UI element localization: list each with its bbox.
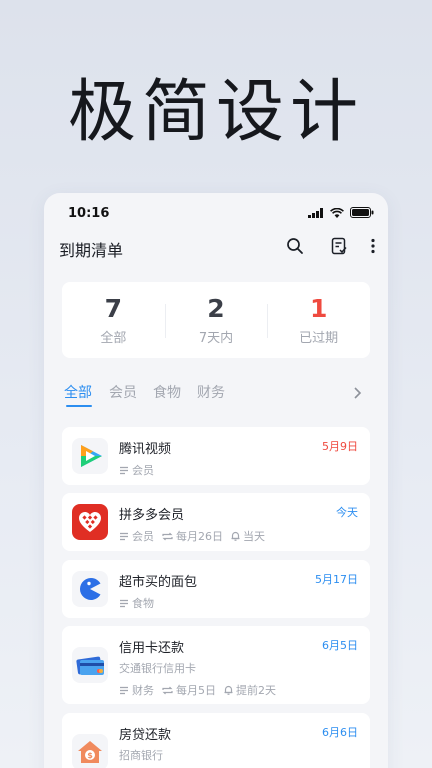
item-repeat: 每月26日 (176, 530, 223, 543)
pinduoduo-logo (72, 504, 108, 540)
repeat-icon (162, 532, 173, 540)
summary-expired[interactable]: 1 已过期 (267, 282, 370, 358)
summary-card: 7 全部 2 7天内 1 已过期 (62, 282, 370, 358)
summary-expired-count: 1 (309, 294, 328, 323)
item-due-date: 今天 (336, 506, 358, 519)
item-remind: 当天 (243, 530, 265, 543)
summary-all[interactable]: 7 全部 (62, 282, 165, 358)
item-name: 腾讯视频 (119, 442, 172, 457)
category-icon (120, 599, 128, 607)
item-category: 食物 (132, 597, 154, 610)
list-item[interactable]: 拼多多会员 今天 会员 每月26日 当天 (62, 493, 370, 551)
hero-title: 极简设计 (67, 73, 364, 152)
item-name: 拼多多会员 (119, 508, 185, 523)
tab-finance[interactable]: 财务 (197, 382, 225, 402)
category-icon (120, 686, 128, 694)
item-category: 会员 (132, 464, 154, 477)
item-meta: 食物 (119, 595, 162, 611)
list-item[interactable]: $ 房贷还款 6月6日 招商银行 (62, 713, 370, 768)
category-tabs: 全部 会员 食物 财务 (64, 382, 372, 412)
wifi-icon (330, 207, 344, 218)
status-bar: 10:16 (44, 193, 388, 235)
pacman-logo (72, 571, 108, 607)
house-loan-logo: $ (72, 734, 108, 768)
repeat-icon (162, 686, 173, 694)
list-item[interactable]: 超市买的面包 5月17日 食物 (62, 560, 370, 618)
status-time: 10:16 (68, 206, 110, 221)
tab-active-indicator (66, 405, 92, 407)
summary-all-count: 7 (104, 294, 123, 323)
tab-food[interactable]: 食物 (153, 382, 181, 402)
item-meta: 财务 每月5日 提前2天 (119, 682, 284, 698)
search-icon[interactable] (286, 237, 304, 255)
summary-week-count: 2 (207, 294, 225, 323)
item-remind: 提前2天 (236, 684, 276, 697)
item-name: 信用卡还款 (119, 641, 185, 656)
checklist-icon[interactable] (330, 237, 348, 255)
app-bar: 到期清单 (44, 235, 388, 277)
summary-all-label: 全部 (100, 331, 127, 346)
item-subtitle: 招商银行 (119, 749, 163, 762)
item-due-date: 5月9日 (322, 440, 358, 453)
item-name: 房贷还款 (119, 728, 172, 743)
signal-icon (308, 207, 323, 218)
bell-icon (231, 531, 240, 541)
category-icon (120, 466, 128, 474)
item-repeat: 每月5日 (176, 684, 216, 697)
phone-screen: 10:16 到期清单 7 全部 2 7天内 1 已过期 全部 会员 食物 财务 … (44, 193, 388, 768)
svg-text:$: $ (87, 751, 93, 760)
item-meta: 会员 每月26日 当天 (119, 528, 273, 544)
item-name: 超市买的面包 (119, 575, 198, 590)
summary-week[interactable]: 2 7天内 (164, 282, 268, 358)
battery-icon (350, 207, 374, 218)
item-category: 会员 (132, 530, 154, 543)
category-icon (120, 532, 128, 540)
tab-membership[interactable]: 会员 (109, 382, 137, 402)
more-icon[interactable] (370, 237, 376, 255)
item-due-date: 6月6日 (322, 726, 358, 739)
credit-card-logo (72, 647, 108, 683)
tab-all[interactable]: 全部 (64, 382, 92, 402)
chevron-right-icon[interactable] (352, 386, 362, 400)
list-item[interactable]: 腾讯视频 5月9日 会员 (62, 427, 370, 485)
bell-icon (224, 685, 233, 695)
app-title: 到期清单 (59, 241, 124, 260)
summary-week-label: 7天内 (198, 331, 234, 346)
list-item[interactable]: 信用卡还款 6月5日 交通银行信用卡 财务 每月5日 提前2天 (62, 626, 370, 704)
item-subtitle: 交通银行信用卡 (119, 662, 196, 675)
item-due-date: 5月17日 (315, 573, 358, 586)
item-meta: 会员 (119, 462, 162, 478)
summary-expired-label: 已过期 (299, 331, 339, 346)
tencent-video-logo (72, 438, 108, 474)
item-category: 财务 (132, 684, 154, 697)
item-due-date: 6月5日 (322, 639, 358, 652)
